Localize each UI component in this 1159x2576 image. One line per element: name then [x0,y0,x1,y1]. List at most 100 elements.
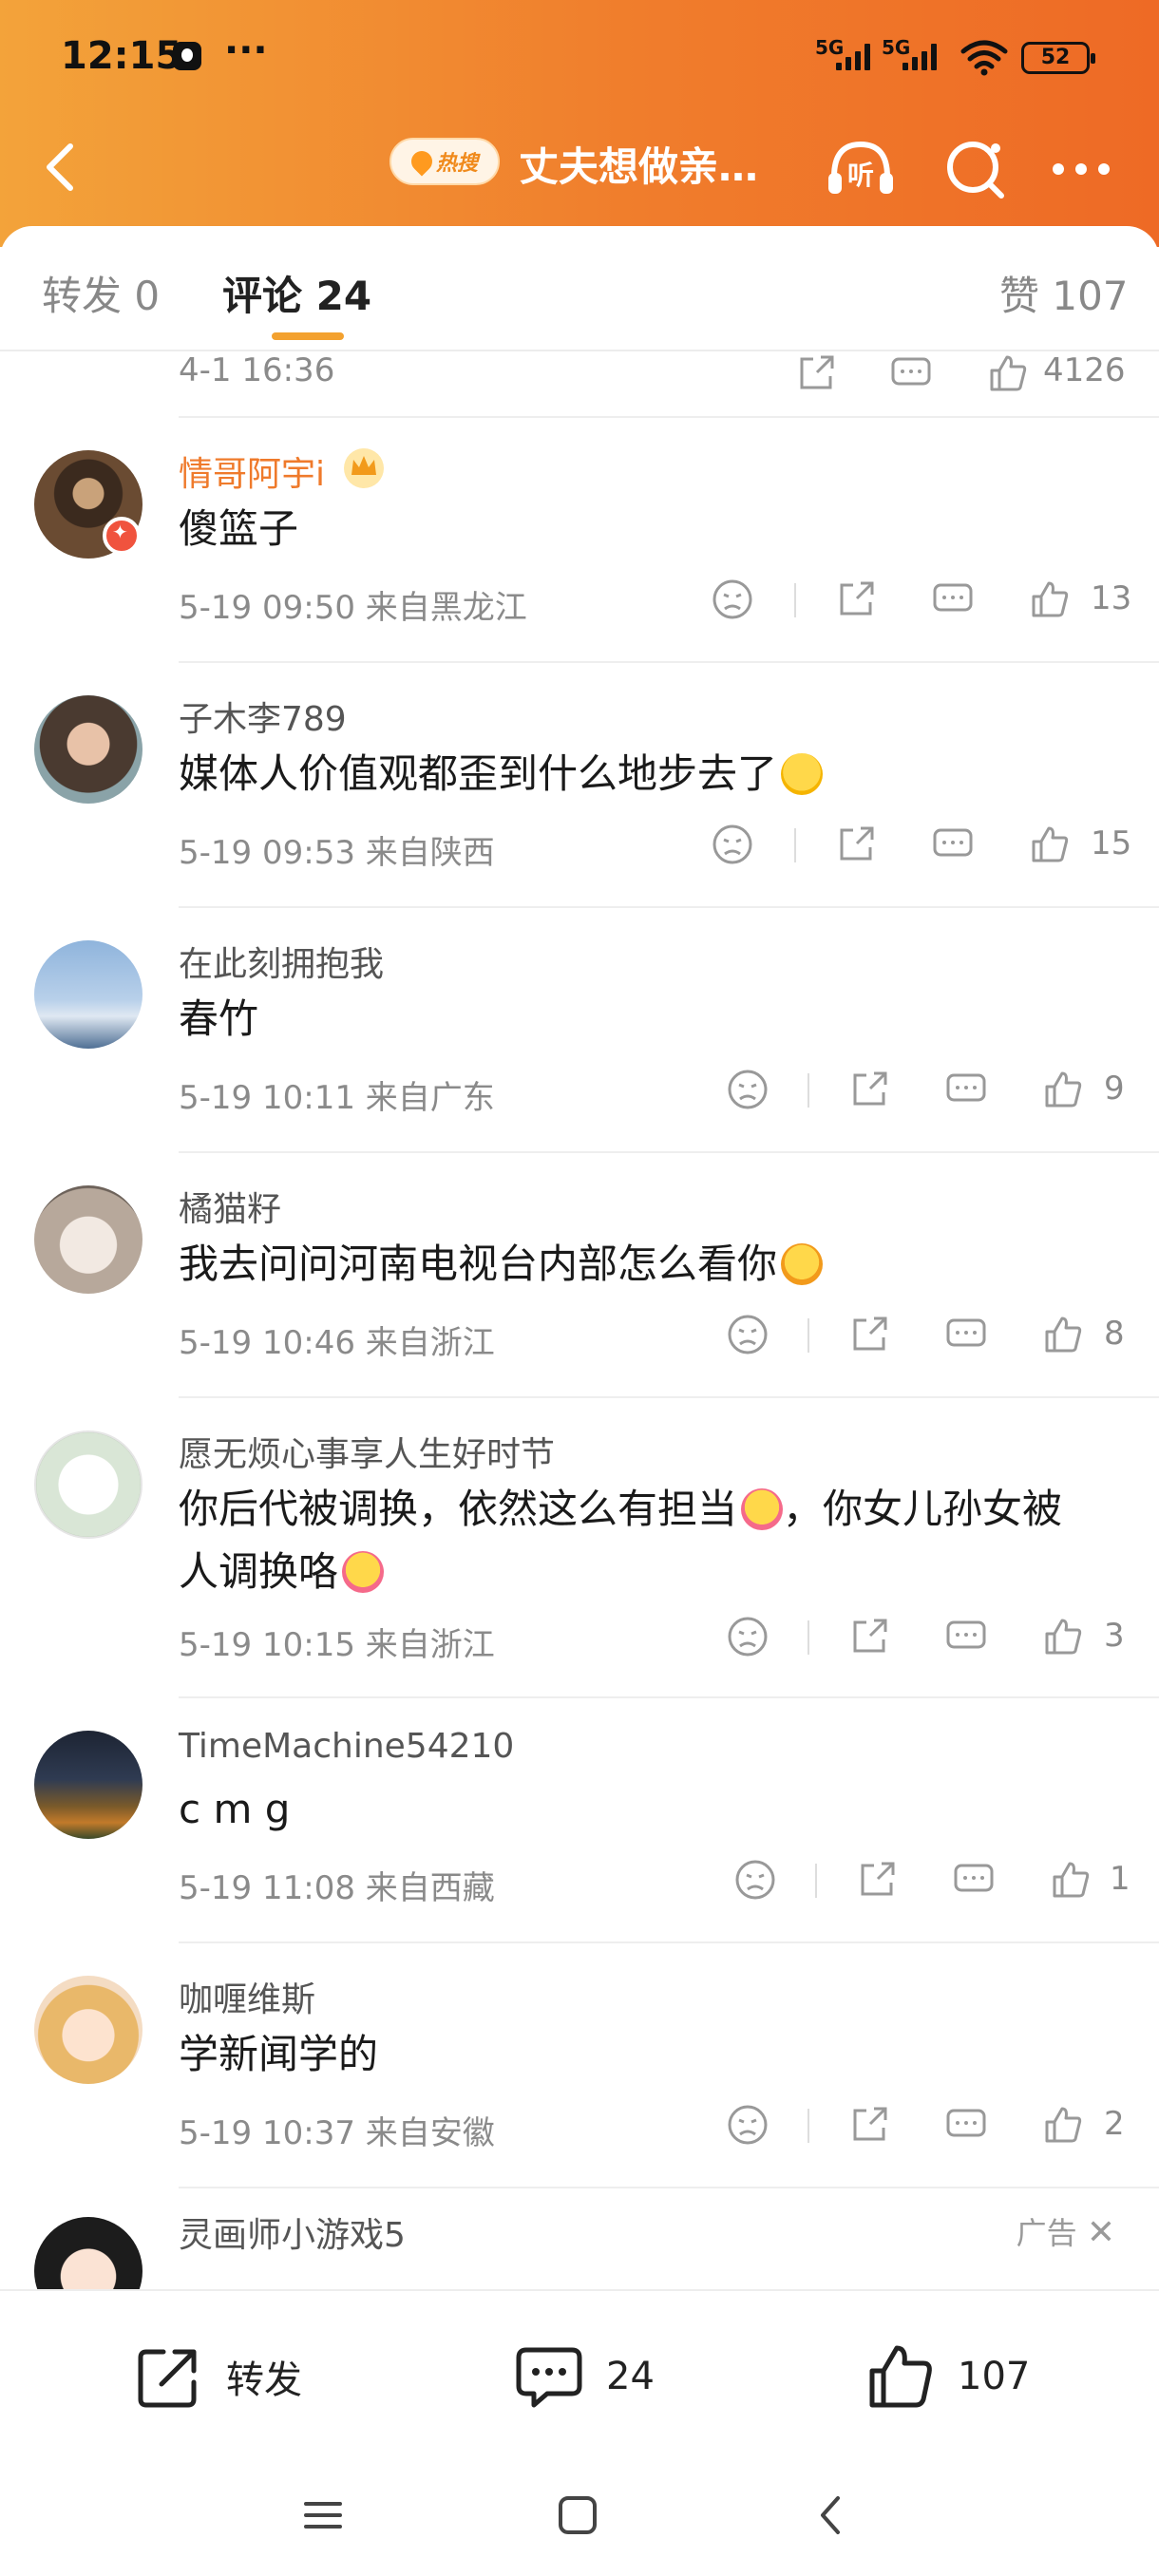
dislike-face-icon[interactable] [726,2103,770,2147]
tab-comments[interactable]: 评论 24 [222,264,371,322]
comment-username[interactable]: 在此刻拥抱我 [179,937,384,986]
tab-bar: 转发 0 评论 24 赞 107 [0,226,1159,351]
ad-list-item[interactable]: 灵画师小游戏5 广告 ✕ [0,2188,1159,2289]
comment-button[interactable]: 24 [513,2340,655,2413]
comment-text: 春竹 [179,995,259,1042]
like-icon[interactable] [1041,2103,1085,2147]
share-icon[interactable] [834,823,878,866]
like-icon[interactable] [1041,1068,1085,1111]
dislike-face-icon[interactable] [711,823,754,866]
comment-icon[interactable] [944,1615,988,1658]
back-nav-icon[interactable] [809,2492,855,2538]
avatar[interactable] [34,1731,142,1839]
search-icon[interactable] [939,131,1015,207]
dislike-face-icon[interactable] [711,578,754,621]
share-icon[interactable] [847,1615,891,1658]
share-icon [138,2349,197,2408]
comment-icon[interactable] [889,351,933,395]
close-icon[interactable]: ✕ [1087,2213,1115,2252]
like-icon[interactable] [1041,1313,1085,1356]
action-separator [815,1864,817,1898]
comment-meta: 5-19 10:15 来自浙江 [179,1626,495,1664]
status-bar: 12:15 ··· 5G 5G 52 [0,0,1159,114]
like-count: 15 [1091,824,1132,862]
comment-icon[interactable] [931,823,975,866]
avatar[interactable] [34,940,142,1049]
notification-app-icon [173,42,201,70]
ad-label[interactable]: 广告 ✕ [1016,2209,1115,2253]
like-count: 9 [1104,1070,1125,1108]
avatar[interactable] [34,1430,142,1539]
ad-username[interactable]: 灵画师小游戏5 [179,2207,406,2257]
tab-likes[interactable]: 赞 107 [999,264,1129,322]
share-icon[interactable] [847,1313,891,1356]
avatar[interactable] [34,695,142,804]
avatar[interactable] [34,2217,142,2289]
repost-label: 转发 [226,2358,302,2402]
action-separator [808,2109,809,2143]
signal-bars-icon [836,44,870,70]
like-count: 13 [1091,579,1132,617]
avatar[interactable] [34,1185,142,1294]
comment-meta: 5-19 10:11 来自广东 [179,1079,495,1117]
battery-indicator: 52 [1021,42,1095,74]
back-arrow-icon[interactable] [36,141,89,194]
like-button[interactable]: 107 [864,2340,1030,2413]
like-icon[interactable] [1041,1615,1085,1658]
like-icon[interactable] [986,351,1030,395]
tab-repost[interactable]: 转发 0 [42,264,160,322]
page-title[interactable]: 丈夫想做亲… [519,135,758,193]
like-icon[interactable] [1049,1858,1092,1902]
share-icon[interactable] [794,351,838,395]
dislike-face-icon[interactable] [726,1615,770,1658]
comment-username[interactable]: 情哥阿宇i [179,446,325,496]
comment-icon[interactable] [944,1068,988,1111]
dislike-face-icon[interactable] [726,1313,770,1356]
share-icon[interactable] [834,578,878,621]
comment-username[interactable]: 橘猫籽 [179,1182,281,1231]
yummy-emoji-icon [781,1243,824,1285]
home-icon[interactable] [555,2492,600,2538]
comment-text: c m g [179,1786,291,1832]
more-icon[interactable] [1043,131,1119,207]
bottom-action-bar: 转发 24 107 [0,2289,1159,2576]
list-item: 情哥阿宇i 傻篮子 5-19 09:50 来自黑龙江 13 [0,418,1159,663]
comment-username[interactable]: TimeMachine54210 [179,1727,514,1766]
comment-meta: 5-19 10:37 来自安徽 [179,2114,495,2152]
comment-icon[interactable] [944,2103,988,2147]
comment-username[interactable]: 咖喱维斯 [179,1972,315,2021]
comment-username[interactable]: 子木李789 [179,691,347,741]
like-icon[interactable] [1028,578,1072,621]
comment-meta: 5-19 11:08 来自西藏 [179,1869,495,1907]
dislike-face-icon[interactable] [726,1068,770,1111]
comment-icon[interactable] [952,1858,996,1902]
headphones-listen-icon[interactable]: 听 [823,131,899,207]
active-tab-indicator [272,332,344,340]
share-icon[interactable] [847,1068,891,1111]
comment-text: 我去问问河南电视台内部怎么看你 [179,1233,824,1296]
action-separator [794,583,796,617]
like-icon[interactable] [1028,823,1072,866]
share-icon[interactable] [855,1858,899,1902]
like-count: 3 [1104,1617,1125,1655]
crying-emoji-icon [741,1488,784,1530]
hot-search-badge[interactable]: 热搜 [390,138,500,185]
avatar[interactable] [34,1976,142,2084]
comment-username[interactable]: 愿无烦心事享人生好时节 [179,1427,555,1476]
repost-button[interactable]: 转发 [133,2340,302,2413]
status-more: ··· [224,28,268,72]
comment-meta: 5-19 10:46 来自浙江 [179,1324,495,1362]
share-icon[interactable] [847,2103,891,2147]
list-item: 咖喱维斯 学新闻学的 5-19 10:37 来自安徽 2 [0,1943,1159,2188]
like-count: 8 [1104,1315,1125,1353]
crown-vip-icon [344,448,384,488]
hot-search-label: 热搜 [435,152,478,176]
crying-emoji-icon [342,1551,385,1593]
comment-icon[interactable] [944,1313,988,1356]
menu-icon[interactable] [300,2492,346,2538]
like-icon [869,2345,932,2408]
comment-icon[interactable] [931,578,975,621]
comment-list[interactable]: 4-1 16:36 4126 情哥阿宇i 傻篮子 5-19 09:50 来自黑龙… [0,351,1159,2289]
dislike-face-icon[interactable] [733,1858,777,1902]
signal-bars-icon [902,44,937,70]
